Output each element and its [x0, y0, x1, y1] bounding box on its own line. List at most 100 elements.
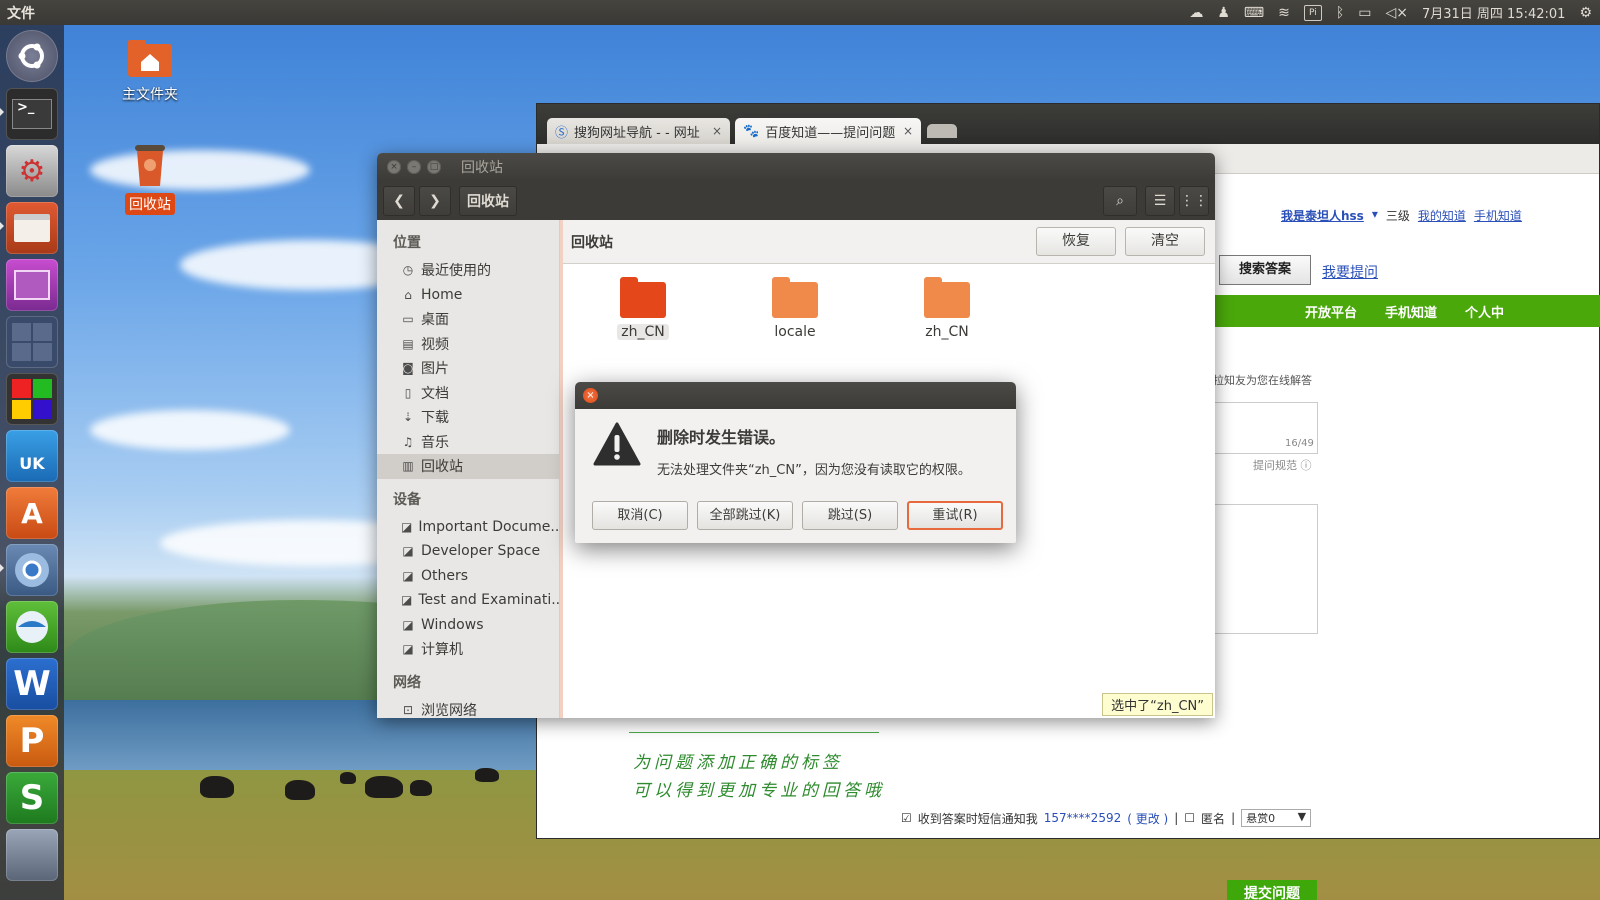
sidebar-item-browse-network[interactable]: ⊡ 浏览网络 — [377, 698, 559, 718]
phone-number: 157****2592 — [1043, 811, 1122, 825]
kylin-assistant-icon[interactable] — [6, 601, 58, 653]
nav-mobile-zhidao[interactable]: 手机知道 — [1385, 302, 1437, 321]
list-view-icon[interactable]: ☰ — [1145, 185, 1175, 216]
empty-trash-button[interactable]: 清空 — [1125, 227, 1205, 256]
folder-icon — [924, 277, 970, 318]
sidebar-item-home[interactable]: ⌂ Home — [377, 283, 559, 308]
separator: | — [1174, 811, 1179, 825]
sidebar-item-music[interactable]: ♫ 音乐 — [377, 430, 559, 455]
close-icon[interactable]: × — [583, 388, 598, 403]
sms-label: 收到答案时短信通知我 — [917, 811, 1038, 826]
nav-open-platform[interactable]: 开放平台 — [1305, 302, 1357, 321]
wps-spreadsheets-icon[interactable]: S — [6, 772, 58, 824]
sidebar-item-device[interactable]: ◪ Others — [377, 564, 559, 589]
browser-tab-baidu[interactable]: 🐾 百度知道——提问问题 × — [735, 118, 921, 144]
sidebar-item-device[interactable]: ◪ Test and Examinati... — [377, 588, 559, 613]
sidebar-item-device[interactable]: ◪ Important Docume... — [377, 515, 559, 540]
skip-button[interactable]: 跳过(S) — [802, 501, 898, 530]
user-link[interactable]: 我是泰坦人hss — [1281, 207, 1364, 224]
nav-personal-center[interactable]: 个人中 — [1465, 302, 1504, 321]
home-folder-desktop-icon[interactable]: 主文件夹 — [108, 38, 192, 104]
cancel-button[interactable]: 取消(C) — [592, 501, 688, 530]
mobile-zhidao-link[interactable]: 手机知道 — [1474, 207, 1522, 224]
close-icon[interactable]: × — [387, 160, 401, 174]
sidebar-item-trash[interactable]: ▥ 回收站 — [377, 454, 559, 479]
input-method-icon[interactable]: Pi — [1303, 4, 1322, 21]
anonymous-checkbox[interactable]: ☐ — [1184, 811, 1195, 825]
software-center-icon[interactable]: A — [6, 487, 58, 539]
browser-tab-sogou[interactable]: Ⓢ 搜狗网址导航 - - 网址 × — [547, 118, 730, 144]
minimize-icon[interactable]: – — [407, 160, 421, 174]
search-icon[interactable]: ⌕ — [1103, 185, 1137, 216]
sidebar-item-recent[interactable]: ◷ 最近使用的 — [377, 258, 559, 283]
sidebar-item-desktop[interactable]: ▭ 桌面 — [377, 307, 559, 332]
workspace-switcher-icon[interactable] — [6, 316, 58, 368]
system-settings-icon[interactable]: ⚙ — [6, 145, 58, 197]
folder-item[interactable]: zh_CN — [598, 277, 688, 340]
grid-view-icon[interactable]: ⋮⋮ — [1179, 185, 1209, 216]
ubuntu-dash-icon[interactable] — [6, 30, 58, 82]
weather-icon[interactable]: ☁ — [1189, 5, 1203, 21]
back-button[interactable]: ❮ — [383, 185, 415, 216]
question-rules-link[interactable]: 提问规范 ⓘ — [1253, 457, 1312, 473]
sidebar-item-downloads[interactable]: ⇣ 下载 — [377, 405, 559, 430]
wps-presentation-icon[interactable]: P — [6, 715, 58, 767]
reward-select[interactable]: 悬赏0 ▼ — [1241, 809, 1312, 827]
sidebar-item-pictures[interactable]: ◙ 图片 — [377, 356, 559, 381]
close-icon[interactable]: × — [712, 124, 722, 138]
error-dialog: × 删除时发生错误。 无法处理文件夹“zh_CN”，因为您没有读取它的权限。 取… — [575, 382, 1016, 543]
tab-title: 搜狗网址导航 - - 网址 — [574, 125, 700, 141]
ask-question-link[interactable]: 我要提问 — [1322, 262, 1378, 282]
keyboard-icon[interactable]: ⌨ — [1244, 5, 1264, 21]
window-title: 回收站 — [461, 160, 503, 176]
submit-question-button[interactable]: 提交问题 — [1227, 880, 1317, 900]
bluetooth-icon[interactable]: ᛒ — [1336, 5, 1344, 21]
workspace-app-icon[interactable] — [6, 259, 58, 311]
download-icon: ⇣ — [402, 410, 414, 425]
folder-icon — [772, 277, 818, 318]
browser-tab-strip: Ⓢ 搜狗网址导航 - - 网址 × 🐾 百度知道——提问问题 × — [537, 104, 1599, 144]
wps-writer-icon[interactable]: W — [6, 658, 58, 710]
battery-icon[interactable]: ▭ — [1358, 5, 1371, 21]
camera-icon: ◙ — [402, 361, 414, 376]
sidebar-item-videos[interactable]: ▤ 视频 — [377, 332, 559, 357]
music-icon: ♫ — [402, 434, 414, 449]
ubuntu-kylin-software-icon[interactable]: UK — [6, 430, 58, 482]
sidebar-item-computer[interactable]: ◪ 计算机 — [377, 637, 559, 662]
folder-item[interactable]: locale — [750, 277, 840, 340]
handwriting-tip-2: 可以得到更加专业的回答哦 — [633, 781, 885, 801]
forward-button[interactable]: ❯ — [419, 185, 451, 216]
terminal-icon[interactable]: >_ — [6, 88, 58, 140]
sms-checkbox[interactable]: ☑ — [901, 811, 912, 825]
handwriting-tip-1: 为问题添加正确的标签 — [633, 753, 843, 773]
gear-icon[interactable]: ⚙ — [1579, 5, 1592, 21]
clock[interactable]: 7月31日 周四 15:42:01 — [1422, 3, 1565, 22]
app-menu-title[interactable]: 文件 — [0, 3, 35, 23]
path-bar-button[interactable]: 回收站 — [459, 185, 517, 216]
my-zhidao-link[interactable]: 我的知道 — [1418, 207, 1466, 224]
location-label: 回收站 — [571, 234, 613, 251]
chromium-icon[interactable] — [6, 544, 58, 596]
qq-penguin-icon[interactable]: ♟ — [1217, 5, 1230, 21]
volume-muted-icon[interactable]: ◁× — [1385, 5, 1408, 21]
files-icon[interactable] — [6, 202, 58, 254]
trash-desktop-icon[interactable]: 回收站 — [108, 143, 192, 215]
wifi-icon[interactable]: ≋ — [1278, 5, 1290, 21]
retry-button[interactable]: 重试(R) — [907, 501, 1003, 530]
close-icon[interactable]: × — [903, 124, 913, 138]
sidebar-item-device[interactable]: ◪ Developer Space — [377, 539, 559, 564]
trash-icon[interactable] — [6, 829, 58, 881]
color-blocks-icon[interactable] — [6, 373, 58, 425]
skip-all-button[interactable]: 全部跳过(K) — [697, 501, 793, 530]
warning-icon — [593, 422, 641, 466]
folder-item[interactable]: zh_CN — [902, 277, 992, 340]
sidebar-item-documents[interactable]: ▯ 文档 — [377, 381, 559, 406]
restore-button[interactable]: 恢复 — [1036, 227, 1116, 256]
change-phone-link[interactable]: ( 更改 ) — [1127, 810, 1168, 827]
new-tab-button[interactable] — [927, 124, 957, 138]
tag-box[interactable] — [1213, 504, 1318, 634]
search-answer-button[interactable]: 搜索答案 — [1219, 255, 1311, 285]
network-heading: 网络 — [393, 674, 421, 691]
sidebar-item-device[interactable]: ◪ Windows — [377, 613, 559, 638]
maximize-icon[interactable]: □ — [427, 160, 441, 174]
